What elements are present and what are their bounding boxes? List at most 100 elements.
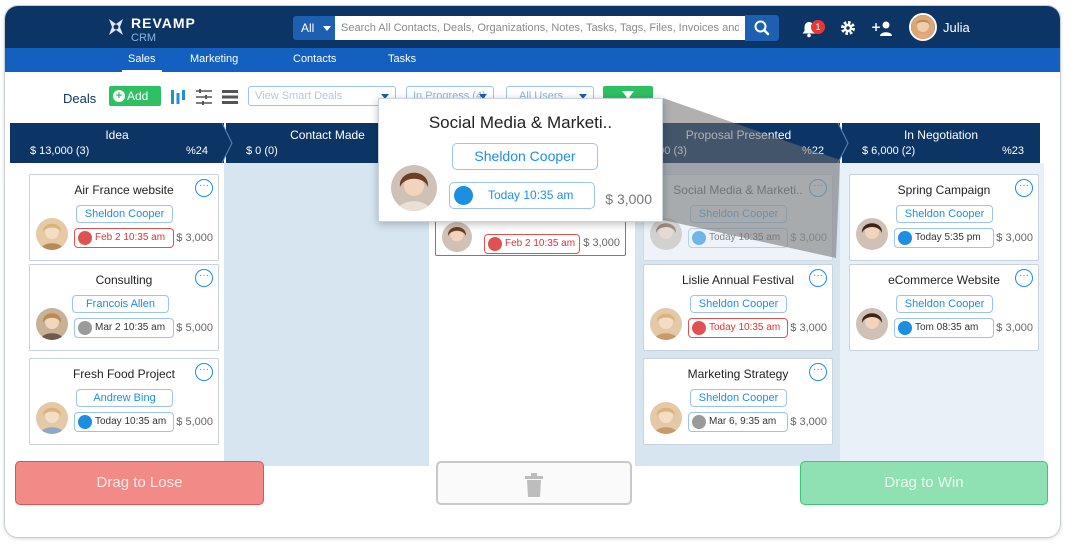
smart-deals-select[interactable]: View Smart Deals — [248, 86, 396, 106]
search-icon — [754, 20, 770, 36]
deal-contact[interactable]: Sheldon Cooper — [76, 205, 173, 223]
deal-contact[interactable]: Sheldon Cooper — [690, 389, 787, 407]
deal-contact[interactable]: Andrew Bing — [76, 389, 173, 407]
more-icon[interactable]: ··· — [809, 179, 827, 197]
deal-card[interactable]: Consulting ··· Francois Allen Mar 2 10:3… — [29, 264, 219, 351]
clock-icon — [78, 231, 92, 245]
timeline-view-icon[interactable] — [195, 88, 213, 106]
deal-card[interactable]: Air France website ··· Sheldon Cooper Fe… — [29, 174, 219, 261]
smart-deals-placeholder: View Smart Deals — [255, 90, 343, 102]
more-icon[interactable]: ··· — [195, 363, 213, 381]
contact-avatar — [650, 402, 682, 434]
clock-icon — [898, 321, 912, 335]
contact-avatar — [391, 165, 437, 211]
search-button[interactable] — [745, 15, 779, 41]
clock-icon — [78, 321, 92, 335]
deal-card-dragging-source[interactable]: Social Media & Marketi.. ··· Sheldon Coo… — [643, 174, 833, 261]
user-name[interactable]: Julia — [943, 20, 970, 35]
contact-avatar — [36, 308, 68, 340]
add-user-icon[interactable]: + — [871, 19, 893, 37]
deal-amount: $ 3,000 — [790, 322, 827, 334]
nav-marketing[interactable]: Marketing — [190, 53, 238, 65]
drag-to-win-zone[interactable]: Drag to Win — [800, 461, 1048, 505]
dragged-deal-card[interactable]: Social Media & Marketi.. Sheldon Cooper … — [378, 98, 663, 222]
deal-card[interactable]: Spring Campaign ··· Sheldon Cooper Today… — [849, 174, 1039, 261]
deal-title: Fresh Food Project — [72, 367, 176, 381]
deal-due-date[interactable]: Today 10:35 am — [688, 318, 788, 338]
more-icon[interactable]: ··· — [195, 269, 213, 287]
gear-icon[interactable] — [839, 19, 857, 37]
deal-title: Marketing Strategy — [687, 367, 789, 381]
user-avatar-image — [911, 15, 935, 39]
deal-card[interactable]: Fresh Food Project ··· Andrew Bing Today… — [29, 358, 219, 445]
list-view-icon[interactable] — [221, 88, 239, 106]
add-deal-button[interactable]: + Add — [109, 86, 161, 106]
revamp-logo-icon — [109, 19, 123, 35]
deal-due-date[interactable]: Mar 6, 9:35 am — [688, 412, 788, 432]
due-text: Tom 08:35 am — [915, 322, 979, 333]
deal-contact[interactable]: Sheldon Cooper — [896, 205, 993, 223]
more-icon[interactable]: ··· — [1015, 269, 1033, 287]
deal-title: Social Media & Marketi.. — [673, 183, 803, 197]
deal-due-date[interactable]: Tom 08:35 am — [894, 318, 994, 338]
nav-sales[interactable]: Sales — [122, 53, 161, 73]
deal-amount: $ 3,000 — [790, 232, 827, 244]
logo-name: REVAMP — [131, 15, 196, 31]
more-icon[interactable]: ··· — [809, 269, 827, 287]
deal-due-date[interactable]: Mar 2 10:35 am — [74, 318, 174, 338]
contact-avatar — [36, 218, 68, 250]
more-icon[interactable]: ··· — [809, 363, 827, 381]
deal-card[interactable]: Lislie Annual Festival ··· Sheldon Coope… — [643, 264, 833, 351]
notification-badge: 1 — [811, 20, 825, 34]
contact-avatar — [36, 402, 68, 434]
drag-to-win-label: Drag to Win — [884, 474, 964, 491]
more-icon[interactable]: ··· — [195, 179, 213, 197]
deal-due-date[interactable]: Today 10:35 am — [74, 412, 174, 432]
deal-contact[interactable]: Francois Allen — [72, 295, 169, 313]
deal-due-date[interactable]: Feb 2 10:35 am — [484, 234, 580, 254]
user-avatar[interactable] — [909, 13, 937, 41]
deal-title: Air France website — [74, 183, 174, 197]
deal-title: Lislie Annual Festival — [681, 273, 795, 287]
clock-icon — [454, 186, 473, 205]
deal-amount: $ 3,000 — [996, 232, 1033, 244]
due-text: Today 10:35 am — [709, 322, 781, 333]
search-scope-select[interactable]: All — [293, 16, 335, 40]
due-text: Feb 2 10:35 am — [95, 232, 166, 243]
dragged-deal-amount: $ 3,000 — [605, 191, 652, 207]
deal-contact[interactable]: Sheldon Cooper — [690, 295, 787, 313]
add-deal-label: Add — [127, 89, 149, 103]
deal-title: Consulting — [95, 273, 153, 287]
deal-contact[interactable]: Sheldon Cooper — [690, 205, 787, 223]
clock-icon — [898, 231, 912, 245]
deal-title: eCommerce Website — [888, 273, 1000, 287]
due-text: Today 10:35 am — [95, 416, 167, 427]
deal-card[interactable]: eCommerce Website ··· Sheldon Cooper Tom… — [849, 264, 1039, 351]
deal-due-date[interactable]: Today 5:35 pm — [894, 228, 994, 248]
nav-contacts[interactable]: Contacts — [293, 53, 336, 65]
more-icon[interactable]: ··· — [1015, 179, 1033, 197]
clock-icon — [692, 231, 706, 245]
dragged-deal-due[interactable]: Today 10:35 am — [449, 182, 595, 209]
dragged-deal-contact[interactable]: Sheldon Cooper — [452, 143, 598, 170]
nav-tasks[interactable]: Tasks — [388, 53, 416, 65]
due-text: Today 5:35 pm — [915, 232, 981, 243]
due-text: Mar 6, 9:35 am — [709, 416, 777, 427]
dragged-deal-title: Social Media & Marketi.. — [428, 113, 613, 132]
clock-icon — [692, 321, 706, 335]
deal-contact[interactable]: Sheldon Cooper — [896, 295, 993, 313]
clock-icon — [692, 415, 706, 429]
main-nav: Sales Marketing Contacts Tasks — [5, 48, 1060, 73]
deal-card[interactable]: Marketing Strategy ··· Sheldon Cooper Ma… — [643, 358, 833, 445]
search-scope-label: All — [301, 21, 315, 35]
svg-text:+: + — [871, 20, 881, 34]
search-input[interactable] — [335, 16, 745, 40]
kanban-view-icon[interactable] — [169, 88, 187, 106]
deal-due-date[interactable]: Today 10:35 am — [688, 228, 788, 248]
deal-amount: $ 5,000 — [176, 416, 213, 428]
deal-due-date[interactable]: Feb 2 10:35 am — [74, 228, 174, 248]
logo-sub: CRM — [131, 32, 157, 44]
trash-drop-zone[interactable] — [436, 461, 632, 505]
due-text: Today 10:35 am — [488, 188, 574, 202]
drag-to-lose-zone[interactable]: Drag to Lose — [15, 461, 264, 505]
